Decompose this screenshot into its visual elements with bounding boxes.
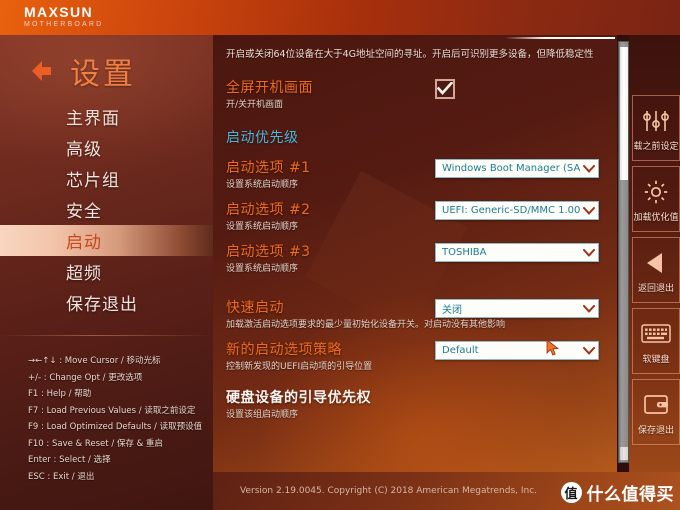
rail-button-4[interactable]: 保存退出 bbox=[632, 379, 680, 445]
sidebar-item-4[interactable]: 启动 bbox=[0, 225, 213, 256]
sidebar-item-1[interactable]: 高级 bbox=[0, 132, 213, 163]
setting-dropdown[interactable]: 关闭 bbox=[435, 299, 599, 318]
brand-subtitle: MOTHERBOARD bbox=[24, 21, 104, 28]
watermark: 值 什么值得买 bbox=[560, 480, 675, 505]
sidebar-item-5[interactable]: 超频 bbox=[0, 256, 213, 287]
sidebar-item-2[interactable]: 芯片组 bbox=[0, 163, 213, 194]
sidebar-item-label: 超频 bbox=[66, 264, 102, 284]
gear-icon bbox=[643, 176, 669, 208]
chevron-down-icon[interactable] bbox=[580, 206, 598, 215]
chevron-down-icon[interactable] bbox=[580, 248, 598, 257]
top-description: 开启或关闭64位设备在大于4G地址空间的寻址。开启后可识别更多设备，但降低稳定性 bbox=[226, 49, 594, 60]
key-help-line: ESC : Exit / 退出 bbox=[28, 471, 95, 482]
brand-logo: MAXSUN MOTHERBOARD bbox=[24, 5, 103, 30]
sidebar-item-label: 安全 bbox=[66, 202, 102, 222]
key-help-legend: →←↑↓ : Move Cursor / 移动光标 +/- : Change Op… bbox=[28, 353, 213, 485]
sidebar-divider bbox=[0, 335, 213, 336]
setting-description: 加载激活启动选项要求的最少量初始化设备开关。对启动没有其他影响 bbox=[226, 320, 506, 330]
setting-label: 启动选项 #1 bbox=[226, 160, 311, 176]
back-arrow-icon[interactable] bbox=[26, 56, 56, 86]
key-help-line: +/- : Change Opt / 更改选项 bbox=[28, 372, 143, 383]
setting-label: 快速启动 bbox=[226, 300, 284, 316]
chevron-down-icon[interactable] bbox=[580, 164, 598, 173]
setting-description: 设置系统启动顺序 bbox=[226, 222, 299, 232]
chevron-down-icon[interactable] bbox=[580, 346, 598, 355]
setting-label: 新的启动选项策略 bbox=[226, 342, 342, 358]
rail-button-label: 返回退出 bbox=[637, 283, 674, 294]
dropdown-value: 关闭 bbox=[442, 305, 462, 316]
rail-button-label: 加载之前设定值 bbox=[633, 141, 679, 152]
dropdown-value: Windows Boot Manager (SAMS bbox=[442, 163, 580, 174]
save-exit-icon bbox=[643, 389, 669, 421]
setting-label: 启动优先级 bbox=[226, 130, 299, 146]
sidebar-item-label: 保存退出 bbox=[66, 295, 138, 315]
setting-dropdown[interactable]: TOSHIBA bbox=[435, 243, 599, 262]
app-header: MAXSUN MOTHERBOARD bbox=[0, 0, 680, 35]
main-content-panel: 开启或关闭64位设备在大于4G地址空间的寻址。开启后可识别更多设备，但降低稳定性… bbox=[213, 35, 617, 472]
setting-label: 启动选项 #2 bbox=[226, 202, 311, 218]
sidebar-item-3[interactable]: 安全 bbox=[0, 194, 213, 225]
sidebar-header: 设置 bbox=[0, 47, 213, 95]
watermark-text: 什么值得买 bbox=[586, 485, 674, 505]
sidebar-menu: 主界面高级芯片组安全启动超频保存退出 bbox=[0, 101, 213, 318]
sidebar-item-0[interactable]: 主界面 bbox=[0, 101, 213, 132]
rail-button-label: 加载优化值 bbox=[633, 212, 679, 223]
page-title: 设置 bbox=[70, 57, 136, 92]
rail-button-0[interactable]: 加载之前设定值 bbox=[632, 95, 680, 161]
key-help-line: Enter : Select / 选择 bbox=[28, 455, 111, 465]
setting-description: 设置系统启动顺序 bbox=[226, 264, 299, 274]
scrollbar-thumb[interactable] bbox=[620, 47, 628, 180]
footer-bar: Version 2.19.0045. Copyright (C) 2018 Am… bbox=[213, 472, 680, 510]
key-help-line: F9 : Load Optimized Defaults / 读取预设值 bbox=[28, 422, 203, 432]
setting-description: 开/关开机画面 bbox=[226, 100, 284, 110]
fullscreen-logo-checkbox[interactable] bbox=[435, 79, 455, 99]
sidebar-item-6[interactable]: 保存退出 bbox=[0, 287, 213, 318]
keyboard-icon bbox=[641, 318, 671, 350]
bios-setup-screen: MAXSUN MOTHERBOARD 设置 主界面高级芯片组安全启动超频保存退出… bbox=[0, 0, 680, 510]
check-icon bbox=[437, 82, 453, 95]
setting-description: 设置系统启动顺序 bbox=[226, 180, 299, 190]
dropdown-value: UEFI: Generic-SD/MMC 1.00, Pa bbox=[442, 205, 580, 216]
key-help-line: F10 : Save & Reset / 保存 & 重启 bbox=[28, 438, 163, 449]
left-sidebar: 设置 主界面高级芯片组安全启动超频保存退出 →←↑↓ : Move Cursor… bbox=[0, 35, 213, 510]
watermark-badge: 值 bbox=[560, 482, 582, 503]
rail-button-label: 软键盘 bbox=[642, 354, 670, 365]
sidebar-item-label: 芯片组 bbox=[66, 171, 120, 191]
main-scrollbar[interactable] bbox=[618, 41, 629, 463]
rail-button-3[interactable]: 软键盘 bbox=[632, 308, 680, 374]
brand-name: MAXSUN bbox=[24, 4, 94, 20]
scrollbar-down-button[interactable] bbox=[620, 447, 628, 460]
setting-label: 全屏开机画面 bbox=[226, 80, 313, 96]
rail-button-label: 保存退出 bbox=[637, 425, 674, 436]
setting-label: 硬盘设备的引导优先权 bbox=[226, 390, 371, 406]
dropdown-value: TOSHIBA bbox=[442, 247, 487, 258]
sliders-icon bbox=[642, 105, 670, 137]
sidebar-item-label: 高级 bbox=[66, 140, 102, 160]
setting-label: 启动选项 #3 bbox=[226, 244, 311, 260]
key-help-line: →←↑↓ : Move Cursor / 移动光标 bbox=[28, 356, 161, 366]
sidebar-item-label: 主界面 bbox=[66, 109, 120, 129]
rail-button-2[interactable]: 返回退出 bbox=[632, 237, 680, 303]
mouse-cursor bbox=[546, 339, 560, 357]
chevron-down-icon[interactable] bbox=[580, 304, 598, 313]
back-triangle-icon bbox=[643, 247, 669, 279]
footer-version-text: Version 2.19.0045. Copyright (C) 2018 Am… bbox=[240, 486, 538, 496]
key-help-line: F7 : Load Previous Values / 读取之前设定 bbox=[28, 405, 196, 416]
setting-description: 控制新发现的UEFI启动项的引导位置 bbox=[226, 362, 373, 372]
selection-underline bbox=[505, 37, 615, 39]
setting-dropdown[interactable]: Windows Boot Manager (SAMS bbox=[435, 159, 599, 178]
sidebar-item-label: 启动 bbox=[66, 233, 102, 253]
key-help-line: F1 : Help / 帮助 bbox=[28, 389, 92, 399]
setting-dropdown[interactable]: UEFI: Generic-SD/MMC 1.00, Pa bbox=[435, 201, 599, 220]
rail-button-1[interactable]: 加载优化值 bbox=[632, 166, 680, 232]
right-action-rail: 加载之前设定值加载优化值返回退出软键盘保存退出 bbox=[629, 35, 680, 510]
setting-dropdown[interactable]: Default bbox=[435, 341, 599, 360]
setting-description: 设置该组启动顺序 bbox=[226, 410, 299, 420]
